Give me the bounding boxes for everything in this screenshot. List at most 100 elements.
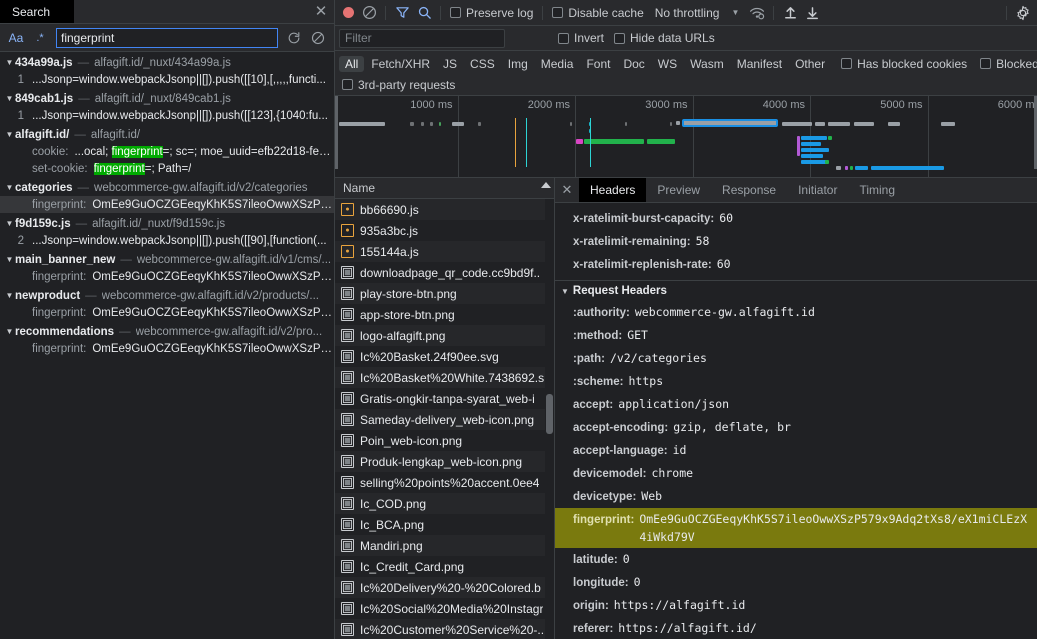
search-result-file[interactable]: ▼ recommendations — webcommerce-gw.alfagift… [0, 323, 334, 340]
search-result-file[interactable]: ▼ 434a99a.js — alfagift.id/_nuxt/434a99a.js [0, 54, 334, 71]
chevron-down-icon[interactable]: ▼ [4, 291, 15, 300]
search-results-list[interactable]: ▼ 434a99a.js — alfagift.id/_nuxt/434a99a.js… [0, 52, 334, 639]
header-row[interactable]: accept: application/json [555, 393, 1037, 416]
resource-type-font[interactable]: Font [580, 56, 616, 72]
close-icon[interactable]: ✕ [308, 0, 334, 23]
resource-type-all[interactable]: All [339, 55, 365, 72]
network-conditions-icon[interactable] [747, 3, 767, 23]
request-row[interactable]: play-store-btn.png [335, 283, 554, 304]
request-row[interactable]: Ic_COD.png [335, 493, 554, 514]
header-row[interactable]: x-ratelimit-burst-capacity: 60 [555, 207, 1037, 230]
scroll-up-icon[interactable] [541, 182, 551, 188]
import-har-icon[interactable] [780, 3, 800, 23]
hide-data-urls-checkbox[interactable]: Hide data URLs [611, 31, 718, 45]
search-result-file[interactable]: ▼ main_banner_new — webcommerce-gw.alfagift… [0, 251, 334, 268]
chevron-down-icon[interactable]: ▼ [4, 58, 15, 67]
header-row[interactable]: latitude: 0 [555, 548, 1037, 571]
search-result-file[interactable]: ▼ categories — webcommerce-gw.alfagift.id/v… [0, 179, 334, 196]
request-row[interactable]: logo-alfagift.png [335, 325, 554, 346]
header-row[interactable]: x-ratelimit-remaining: 58 [555, 230, 1037, 253]
header-row[interactable]: :method: GET [555, 324, 1037, 347]
request-rows-container[interactable]: ● bb66690.js ● 935a3bc.js ● 155144a.js downloa… [335, 199, 554, 639]
throttling-dropdown[interactable]: No throttling ▼ [649, 6, 746, 20]
search-result-line[interactable]: fingerprint: OmEe9GuOCZGEeqyKhK5S7ileoOww… [0, 304, 334, 321]
tab-initiator[interactable]: Initiator [787, 178, 848, 202]
header-row[interactable]: referer: https://alfagift.id/ [555, 617, 1037, 639]
search-result-line[interactable]: set-cookie: fingerprint=; Path=/ [0, 160, 334, 177]
chevron-down-icon[interactable]: ▼ [4, 219, 15, 228]
tab-timing[interactable]: Timing [848, 178, 906, 202]
chevron-down-icon[interactable]: ▼ [4, 327, 15, 336]
resource-type-manifest[interactable]: Manifest [731, 56, 788, 72]
search-result-file[interactable]: ▼ f9d159c.js — alfagift.id/_nuxt/f9d159c.js [0, 215, 334, 232]
search-result-line[interactable]: 1 ...Jsonp=window.webpackJsonp||[]).push(… [0, 107, 334, 124]
request-row[interactable]: selling%20points%20accent.0ee4 [335, 472, 554, 493]
search-icon[interactable] [414, 3, 434, 23]
request-row[interactable]: app-store-btn.png [335, 304, 554, 325]
export-har-icon[interactable] [802, 3, 822, 23]
chevron-down-icon[interactable]: ▼ [4, 183, 15, 192]
resource-type-fetch-xhr[interactable]: Fetch/XHR [365, 56, 436, 72]
scrollbar-thumb[interactable] [546, 394, 553, 434]
header-row[interactable]: accept-encoding: gzip, deflate, br [555, 416, 1037, 439]
resource-type-media[interactable]: Media [535, 56, 580, 72]
clear-icon[interactable] [359, 3, 379, 23]
search-result-line[interactable]: fingerprint: OmEe9GuOCZGEeqyKhK5S7ileoOww… [0, 268, 334, 285]
header-row[interactable]: :path: /v2/categories [555, 347, 1037, 370]
request-list-scrollbar[interactable] [545, 199, 554, 639]
search-result-line[interactable]: 2 ...Jsonp=window.webpackJsonp||[]).push(… [0, 232, 334, 249]
search-result-line[interactable]: 1 ...Jsonp=window.webpackJsonp||[]).push(… [0, 71, 334, 88]
request-row[interactable]: Gratis-ongkir-tanpa-syarat_web-i [335, 388, 554, 409]
request-row[interactable]: Poin_web-icon.png [335, 430, 554, 451]
request-row[interactable]: ● 155144a.js [335, 241, 554, 262]
has-blocked-cookies-checkbox[interactable]: Has blocked cookies [838, 57, 970, 71]
request-row[interactable]: Sameday-delivery_web-icon.png [335, 409, 554, 430]
request-headers-section-title[interactable]: ▼ Request Headers [555, 280, 1037, 301]
header-row[interactable]: accept-language: id [555, 439, 1037, 462]
header-row[interactable]: x-ratelimit-replenish-rate: 60 [555, 253, 1037, 276]
search-input[interactable] [56, 27, 278, 48]
request-row[interactable]: Ic_Credit_Card.png [335, 556, 554, 577]
header-row[interactable]: longitude: 0 [555, 571, 1037, 594]
header-row[interactable]: origin: https://alfagift.id [555, 594, 1037, 617]
search-result-file[interactable]: ▼ alfagift.id/— alfagift.id/ [0, 126, 334, 143]
resource-type-css[interactable]: CSS [464, 56, 501, 72]
request-row[interactable]: Ic%20Social%20Media%20Instagr [335, 598, 554, 619]
blocked-requests-checkbox[interactable]: Blocked Requests [977, 57, 1037, 71]
resource-type-img[interactable]: Img [502, 56, 534, 72]
headers-content[interactable]: x-ratelimit-burst-capacity: 60 x-ratelimit… [555, 203, 1037, 639]
request-row[interactable]: Produk-lengkap_web-icon.png [335, 451, 554, 472]
search-result-line[interactable]: cookie: ...ocal; fingerprint=; sc=; moe_u… [0, 143, 334, 160]
search-result-line[interactable]: fingerprint: OmEe9GuOCZGEeqyKhK5S7ileoOww… [0, 196, 334, 213]
request-row[interactable]: ● 935a3bc.js [335, 220, 554, 241]
resource-type-other[interactable]: Other [789, 56, 831, 72]
chevron-down-icon[interactable]: ▼ [4, 94, 15, 103]
resource-type-ws[interactable]: WS [652, 56, 683, 72]
filter-input[interactable] [339, 28, 505, 48]
request-row[interactable]: Ic%20Basket%20White.7438692.s [335, 367, 554, 388]
clear-icon[interactable] [306, 27, 330, 49]
request-row[interactable]: Mandiri.png [335, 535, 554, 556]
header-row[interactable]: :authority: webcommerce-gw.alfagift.id [555, 301, 1037, 324]
gear-icon[interactable] [1013, 3, 1033, 23]
record-button[interactable] [339, 4, 357, 22]
tab-search[interactable]: Search [0, 0, 74, 23]
tab-headers[interactable]: Headers [579, 178, 647, 202]
chevron-down-icon[interactable]: ▼ [4, 130, 15, 139]
chevron-down-icon[interactable]: ▼ [561, 287, 569, 296]
close-icon[interactable]: ✕ [555, 178, 579, 202]
disable-cache-checkbox[interactable]: Disable cache [549, 6, 646, 20]
header-row[interactable]: :scheme: https [555, 370, 1037, 393]
invert-checkbox[interactable]: Invert [555, 31, 607, 45]
refresh-icon[interactable] [282, 27, 306, 49]
request-row[interactable]: downloadpage_qr_code.cc9bd9f.. [335, 262, 554, 283]
search-result-file[interactable]: ▼ 849cab1.js — alfagift.id/_nuxt/849cab1.js [0, 90, 334, 107]
request-row[interactable]: Ic%20Basket.24f90ee.svg [335, 346, 554, 367]
request-row[interactable]: Ic_BCA.png [335, 514, 554, 535]
resource-type-doc[interactable]: Doc [617, 56, 650, 72]
filter-icon[interactable] [392, 3, 412, 23]
request-row[interactable]: ● bb66690.js [335, 199, 554, 220]
header-row[interactable]: devicetype: Web [555, 485, 1037, 508]
header-row[interactable]: devicemodel: chrome [555, 462, 1037, 485]
network-overview[interactable]: 1000 ms 2000 ms 3000 ms 4000 ms 5000 ms 6000 … [335, 96, 1037, 178]
